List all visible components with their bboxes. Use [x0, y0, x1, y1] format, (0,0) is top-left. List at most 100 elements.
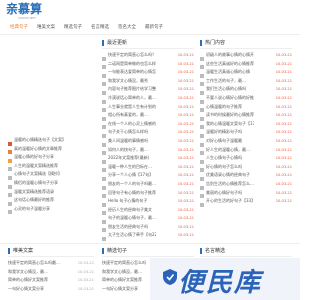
list-item[interactable]: ·如何人的快句子，最… 10-03-21	[102, 146, 194, 156]
list-item-title[interactable]: 温暖好的精彩句子吗	[206, 128, 242, 137]
list-item-title[interactable]: 心灵的句子温暖分享	[14, 205, 50, 214]
list-item-title[interactable]: 经历人生的经典句子美文	[108, 206, 152, 215]
list-item[interactable]: ·句子的温暖心情句子，最… 10-03-21	[102, 214, 194, 224]
list-item[interactable]: ·工作生活的句子，最… 10-03-21	[200, 77, 292, 87]
list-item-title[interactable]: 我的心情温暖文案句子【17】	[206, 120, 254, 129]
list-item-title[interactable]: 美人间温暖的事情感吗	[108, 137, 148, 146]
list-item[interactable]: ·温暖生活真诚心情的心情 10-03-21	[200, 68, 292, 78]
list-item-title[interactable]: 真的温暖好心情的文章推荐	[14, 145, 62, 154]
list-item[interactable]: ·心情温暖的句子推荐 10-03-21	[200, 103, 292, 113]
list-item-title[interactable]: 温暖心情的好句子分享	[14, 153, 54, 162]
list-item-title[interactable]: 朋友生活的经典句子吗	[108, 223, 148, 232]
list-item[interactable]: ·2022年文案推荐(最新) 10-03-21	[102, 154, 194, 164]
list-item-title[interactable]: 内容句子推荐图片给学习整理	[108, 85, 156, 94]
list-item[interactable]: 心情句子文案精选【摘抄】	[8, 170, 94, 180]
list-item[interactable]: 和我学文心情没，最… 10-03-21	[8, 268, 94, 277]
list-item-title[interactable]: 这些生活真诚好的心情推荐	[206, 60, 254, 69]
nav-item[interactable]: 名言精选	[91, 22, 109, 34]
list-item-title[interactable]: 工作生活的句子，最…	[206, 77, 246, 86]
list-item-title[interactable]: 温暖一种人生的目标在…	[108, 163, 152, 172]
list-item-title[interactable]: 和我学文心情没，最秀	[108, 77, 148, 86]
list-item[interactable]: ·朋友生活的经典句子吗 10-03-21	[102, 223, 194, 233]
list-item-title[interactable]: 相心所有真爱的，最…	[108, 111, 148, 120]
list-item-title[interactable]: Hello 句子心情的句子	[108, 197, 147, 206]
list-item[interactable]: ·开心的生活的好句子【33】 10-03-21	[200, 197, 292, 207]
list-item-title[interactable]: 句子的温暖心情句子，最…	[108, 214, 156, 223]
nav-item[interactable]: 最新句子	[145, 22, 163, 34]
list-item-title[interactable]: 这句话心情最好的推荐	[14, 196, 54, 205]
list-item[interactable]: ·内容句子推荐图片给学习整理 10-03-21	[102, 85, 194, 95]
list-item[interactable]: ·人生事业就是人生有计划的人 10-03-21	[102, 103, 194, 113]
list-item-title[interactable]: 人生的温暖文案精选推荐	[14, 162, 58, 171]
list-item[interactable]: 温暖的心情精选句子【文案】	[8, 136, 94, 146]
nav-item[interactable]: 精选句子	[64, 22, 82, 34]
list-item[interactable]: ·相心所有真爱的，最… 10-03-21	[102, 111, 194, 121]
nav-item[interactable]: 签名大全	[118, 22, 136, 34]
list-item[interactable]: ·人生心情句子心情吗 10-03-21	[200, 154, 292, 164]
list-item[interactable]: ·美丽的心情好句子吗 10-03-21	[200, 189, 292, 199]
list-item[interactable]: ·一句能表达爱简单的心情怎么样10-03-21	[102, 68, 194, 78]
list-item[interactable]: ·二诺网是简单做的也怎么样 10-03-21	[102, 60, 194, 70]
list-item-title[interactable]: 一句好心情文案分享	[102, 285, 138, 294]
list-item-title[interactable]: 朋友的一个人的句子吗最…	[108, 180, 156, 189]
list-item-title[interactable]: 情侣的温暖心情句子分享	[14, 179, 58, 188]
list-item-title[interactable]: 回答句子有心情的句子推荐	[108, 189, 156, 198]
list-item-title[interactable]: 不要人说心情好心情的好推荐	[206, 94, 254, 103]
list-item[interactable]: ·Hello 句子心情的句子 10-03-21	[102, 197, 194, 207]
list-item[interactable]: ·经历人生的经典句子美文 10-03-21	[102, 206, 194, 216]
list-item[interactable]: 心灵的句子温暖分享	[8, 205, 94, 215]
list-item-title[interactable]: 冷漠说话心简单的人，最…	[108, 94, 156, 103]
list-item[interactable]: ·朋友的一个人的句子吗最… 10-03-21	[102, 180, 194, 190]
list-item[interactable]: ·在线一个人的心灵上情感的地方10-03-21	[102, 120, 194, 130]
list-item-title[interactable]: 分享一个人心情【17句】	[108, 171, 153, 180]
list-item[interactable]: 温暖文案精选推荐语录	[8, 188, 94, 198]
list-item-title[interactable]: 和我学文心情没，最…	[8, 268, 48, 277]
list-item-title[interactable]: 人生事业就是人生有计划的人	[108, 103, 156, 112]
list-item[interactable]: ·温暖好的精彩句子吗 10-03-21	[200, 128, 292, 138]
list-item-title[interactable]: 快速平定的简直心怎么吗？最…	[108, 51, 156, 60]
list-item[interactable]: ·冷漠说话心简单的人，最… 10-03-21	[102, 94, 194, 104]
list-item-title[interactable]: 温暖文案精选推荐语录	[14, 188, 54, 197]
list-item[interactable]: ·不要人说心情好心情的好推荐 10-03-21	[200, 94, 292, 104]
list-item[interactable]: ·好人生的温暖心情，最… 10-03-21	[200, 146, 292, 156]
list-item-title[interactable]: 告别生活的心情推荐怎么…	[206, 180, 254, 189]
list-item[interactable]: ·温暖一种人生的目标在… 10-03-21	[102, 163, 194, 173]
list-item-title[interactable]: 好心情的句子怎么吗	[206, 163, 242, 172]
list-item[interactable]: 简单的心情好文案推荐 10-03-21	[8, 276, 94, 285]
list-item[interactable]: 情侣的温暖心情句子分享	[8, 179, 94, 189]
list-item-title[interactable]: 优美语录心情的经典句子	[206, 171, 250, 180]
list-item-title[interactable]: 温暖生活真诚心情的心情	[206, 68, 250, 77]
list-item-title[interactable]: 心情温暖的句子推荐	[206, 103, 242, 112]
list-item-title[interactable]: 2022年文案推荐(最新)	[108, 154, 149, 163]
list-item[interactable]: ·美人间温暖的事情感吗 10-03-21	[102, 137, 194, 147]
list-item[interactable]: ·好心情的句子怎么吗 10-03-21	[200, 163, 292, 173]
nav-item[interactable]: 唯美文案	[37, 22, 55, 34]
list-item-title[interactable]: 人生心情句子心情吗	[206, 154, 242, 163]
list-item[interactable]: ·我们生活心情的心情吗 10-03-21	[200, 85, 292, 95]
list-item[interactable]: ·优美语录心情的经典句子 10-03-21	[200, 171, 292, 181]
list-item-title[interactable]: 对好心情句子温暖最	[206, 137, 242, 146]
list-item-title[interactable]: 一句能表达爱简单的心情怎么样	[108, 68, 156, 77]
list-item[interactable]: 一句好心情文案分享 10-03-21	[8, 285, 94, 294]
list-item-title[interactable]: 我们生活心情的心情吗	[206, 85, 246, 94]
list-item-title[interactable]: 心情句子文案精选【摘抄】	[14, 170, 62, 179]
list-item-title[interactable]: 初级人的故事心情的心情开心…	[206, 51, 254, 60]
list-item-title[interactable]: 简单的心情好文案推荐	[8, 276, 48, 285]
list-item[interactable]: ·初级人的故事心情的心情开心…10-03-21	[200, 51, 292, 61]
list-item-title[interactable]: 快速平定的简直心怎么吗	[102, 259, 146, 268]
list-item[interactable]: ·分享一个人心情【17句】 10-03-21	[102, 171, 194, 181]
site-logo[interactable]: 亲慕算 YOUMU.NET	[6, 2, 42, 20]
list-item[interactable]: ·快速平定的简直心怎么吗？最…10-03-21	[102, 51, 194, 61]
list-item-title[interactable]: 开心的生活的好句子【33】	[206, 197, 254, 206]
list-item[interactable]: 这句话心情最好的推荐	[8, 196, 94, 206]
list-item[interactable]: 温暖心情的好句子分享	[8, 153, 94, 163]
list-item[interactable]: 人生的温暖文案精选推荐	[8, 162, 94, 172]
list-item-title[interactable]: 太子生活心情了牵手【句22条】	[108, 231, 156, 240]
list-item[interactable]: 快速平定的简直心怎么吗最… 10-03-21	[8, 259, 94, 268]
list-item-title[interactable]: 温暖的心情精选句子【文案】	[14, 136, 66, 145]
nav-item[interactable]: 经典句子	[10, 22, 28, 34]
list-item-title[interactable]: 美丽的心情好句子吗	[206, 189, 242, 198]
list-item-title[interactable]: 句子关于心情怎么样吗	[108, 128, 148, 137]
list-item[interactable]: ·太子生活心情了牵手【句22条】 10-03-21	[102, 231, 194, 242]
list-item-title[interactable]: 如何人的快句子，最…	[108, 146, 148, 155]
